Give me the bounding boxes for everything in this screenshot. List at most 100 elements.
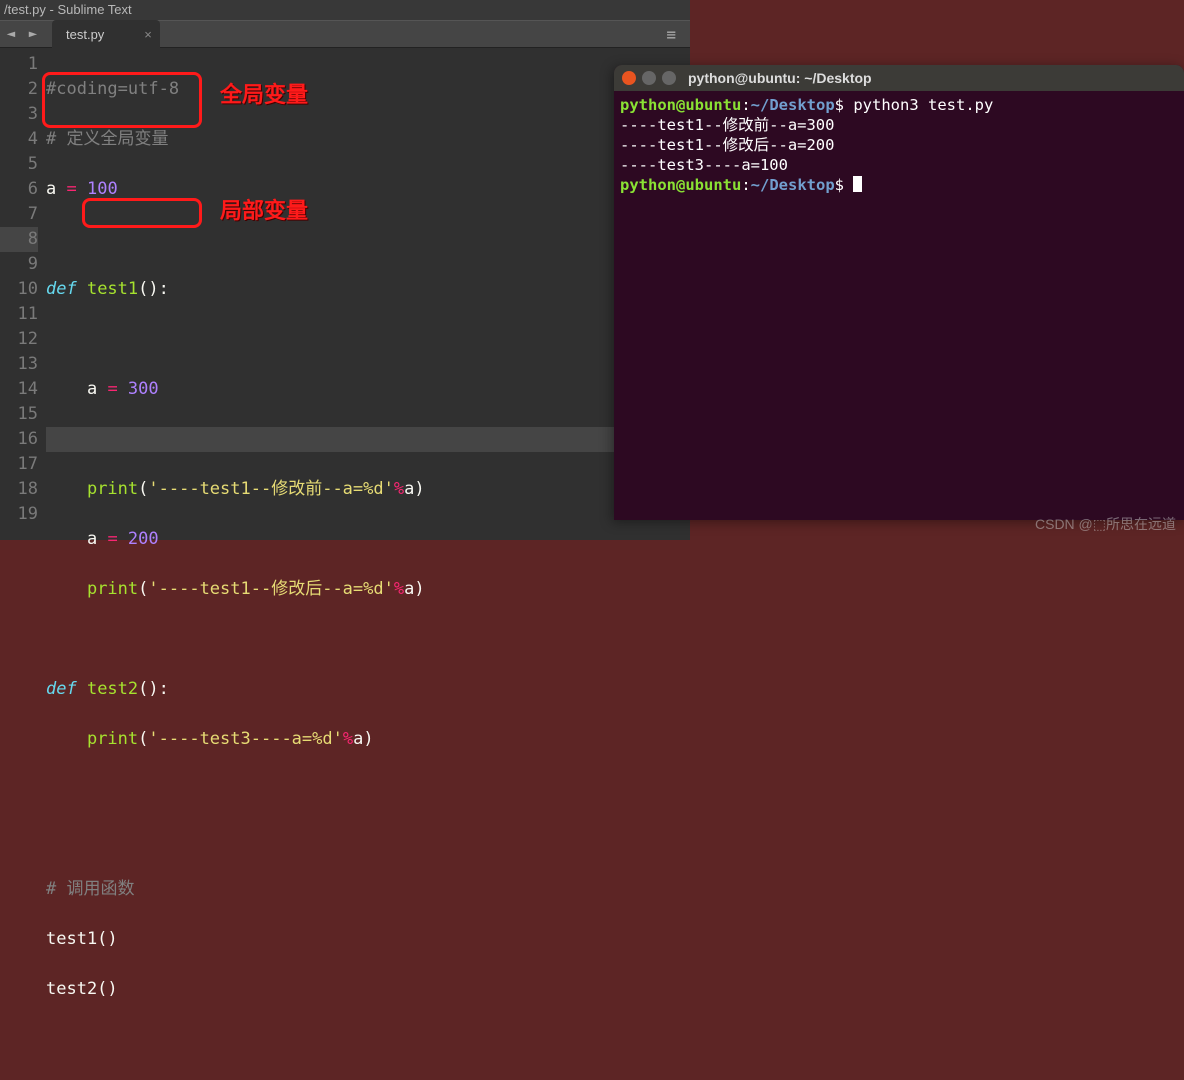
line-gutter: 1 2 3 4 5 6 7 8 9 10 11 12 13 14 15 16 1… [0, 48, 46, 540]
terminal-titlebar[interactable]: python@ubuntu: ~/Desktop [614, 65, 1184, 91]
line-num: 1 [0, 52, 38, 77]
tab-label: test.py [66, 27, 104, 42]
line-num: 19 [0, 502, 38, 527]
str: '----test1--修改后--a=%d' [148, 579, 393, 599]
str: '----test1--修改前--a=%d' [148, 479, 393, 499]
code-line: # 定义全局变量 [46, 127, 690, 152]
comment: # [46, 879, 66, 899]
fn: test1 [87, 279, 138, 299]
line-num: 11 [0, 302, 38, 327]
code-line: a = 100 [46, 177, 690, 202]
line-num: 3 [0, 102, 38, 127]
code-line: a = 300 [46, 377, 690, 402]
code-line [46, 227, 690, 252]
fn: print [87, 579, 138, 599]
comment: # [46, 129, 66, 149]
window-close-icon[interactable] [622, 71, 636, 85]
paren: ( [138, 729, 148, 749]
comment-cn: 调用函数 [66, 879, 134, 899]
call: test2() [46, 979, 118, 999]
code-line: #coding=utf-8 [46, 77, 690, 102]
terminal-body[interactable]: python@ubuntu:~/Desktop$ python3 test.py… [614, 91, 1184, 199]
prompt-path: ~/Desktop [751, 96, 835, 114]
prompt-sep: : [741, 176, 750, 194]
code-line [46, 827, 690, 852]
terminal-output: ----test1--修改后--a=200 [620, 135, 1178, 155]
str: '----test3----a=%d' [148, 729, 342, 749]
code-line: print('----test1--修改后--a=%d'%a) [46, 577, 690, 602]
op: = [97, 529, 128, 549]
prompt-user: python@ubuntu [620, 176, 741, 194]
code-line: test1() [46, 927, 690, 952]
var: a [46, 179, 56, 199]
code-line: # 调用函数 [46, 877, 690, 902]
paren: ) [363, 729, 373, 749]
code-line: def test1(): [46, 277, 690, 302]
line-num: 7 [0, 202, 38, 227]
code-line: print('----test3----a=%d'%a) [46, 727, 690, 752]
code-line: print('----test1--修改前--a=%d'%a) [46, 477, 690, 502]
num: 200 [128, 529, 159, 549]
code-line [46, 627, 690, 652]
op: = [97, 379, 128, 399]
line-num: 9 [0, 252, 38, 277]
prompt-dollar: $ [835, 96, 854, 114]
nav-forward-button[interactable]: ► [22, 23, 44, 45]
editor-area[interactable]: 1 2 3 4 5 6 7 8 9 10 11 12 13 14 15 16 1… [0, 48, 690, 540]
line-num: 2 [0, 77, 38, 102]
tab-close-icon[interactable]: × [144, 27, 152, 42]
nav-back-button[interactable]: ◄ [0, 23, 22, 45]
window-maximize-icon[interactable] [662, 71, 676, 85]
code-line [46, 777, 690, 802]
line-num: 13 [0, 352, 38, 377]
fn: print [87, 479, 138, 499]
terminal-window: python@ubuntu: ~/Desktop python@ubuntu:~… [614, 65, 1184, 520]
paren: (): [138, 279, 169, 299]
op: = [56, 179, 87, 199]
hamburger-icon[interactable]: ≡ [652, 25, 690, 44]
sublime-window: /test.py - Sublime Text ◄ ► test.py × ≡ … [0, 0, 690, 540]
prompt-dollar: $ [835, 176, 854, 194]
annotation-box-local [82, 198, 202, 228]
op: % [394, 579, 404, 599]
call: test1() [46, 929, 118, 949]
prompt-user: python@ubuntu [620, 96, 741, 114]
line-num: 10 [0, 277, 38, 302]
line-num: 6 [0, 177, 38, 202]
paren: ) [414, 479, 424, 499]
num: 300 [128, 379, 159, 399]
sublime-titlebar: /test.py - Sublime Text [0, 0, 690, 20]
kw: def [46, 679, 87, 699]
line-num: 16 [0, 427, 38, 452]
var: a [353, 729, 363, 749]
op: % [343, 729, 353, 749]
window-minimize-icon[interactable] [642, 71, 656, 85]
paren: ( [138, 579, 148, 599]
line-num: 15 [0, 402, 38, 427]
code-line [46, 327, 690, 352]
var: a [404, 579, 414, 599]
code-area[interactable]: #coding=utf-8 # 定义全局变量 a = 100 def test1… [46, 48, 690, 540]
comment: #coding=utf-8 [46, 79, 179, 99]
terminal-output: ----test3----a=100 [620, 155, 1178, 175]
comment-cn: 定义全局变量 [66, 129, 168, 149]
line-num: 14 [0, 377, 38, 402]
tab-testpy[interactable]: test.py × [52, 20, 160, 48]
var: a [404, 479, 414, 499]
line-num: 5 [0, 152, 38, 177]
line-num: 18 [0, 477, 38, 502]
terminal-line: python@ubuntu:~/Desktop$ python3 test.py [620, 95, 1178, 115]
paren: ( [138, 479, 148, 499]
terminal-title: python@ubuntu: ~/Desktop [688, 70, 872, 86]
num: 100 [87, 179, 118, 199]
code-line: def test2(): [46, 677, 690, 702]
paren: ) [414, 579, 424, 599]
var: a [87, 529, 97, 549]
annotation-label-local: 局部变量 [220, 198, 308, 223]
var: a [87, 379, 97, 399]
code-line: test2() [46, 977, 690, 1002]
prompt-sep: : [741, 96, 750, 114]
op: % [394, 479, 404, 499]
terminal-line: python@ubuntu:~/Desktop$ [620, 175, 1178, 195]
line-num: 12 [0, 327, 38, 352]
